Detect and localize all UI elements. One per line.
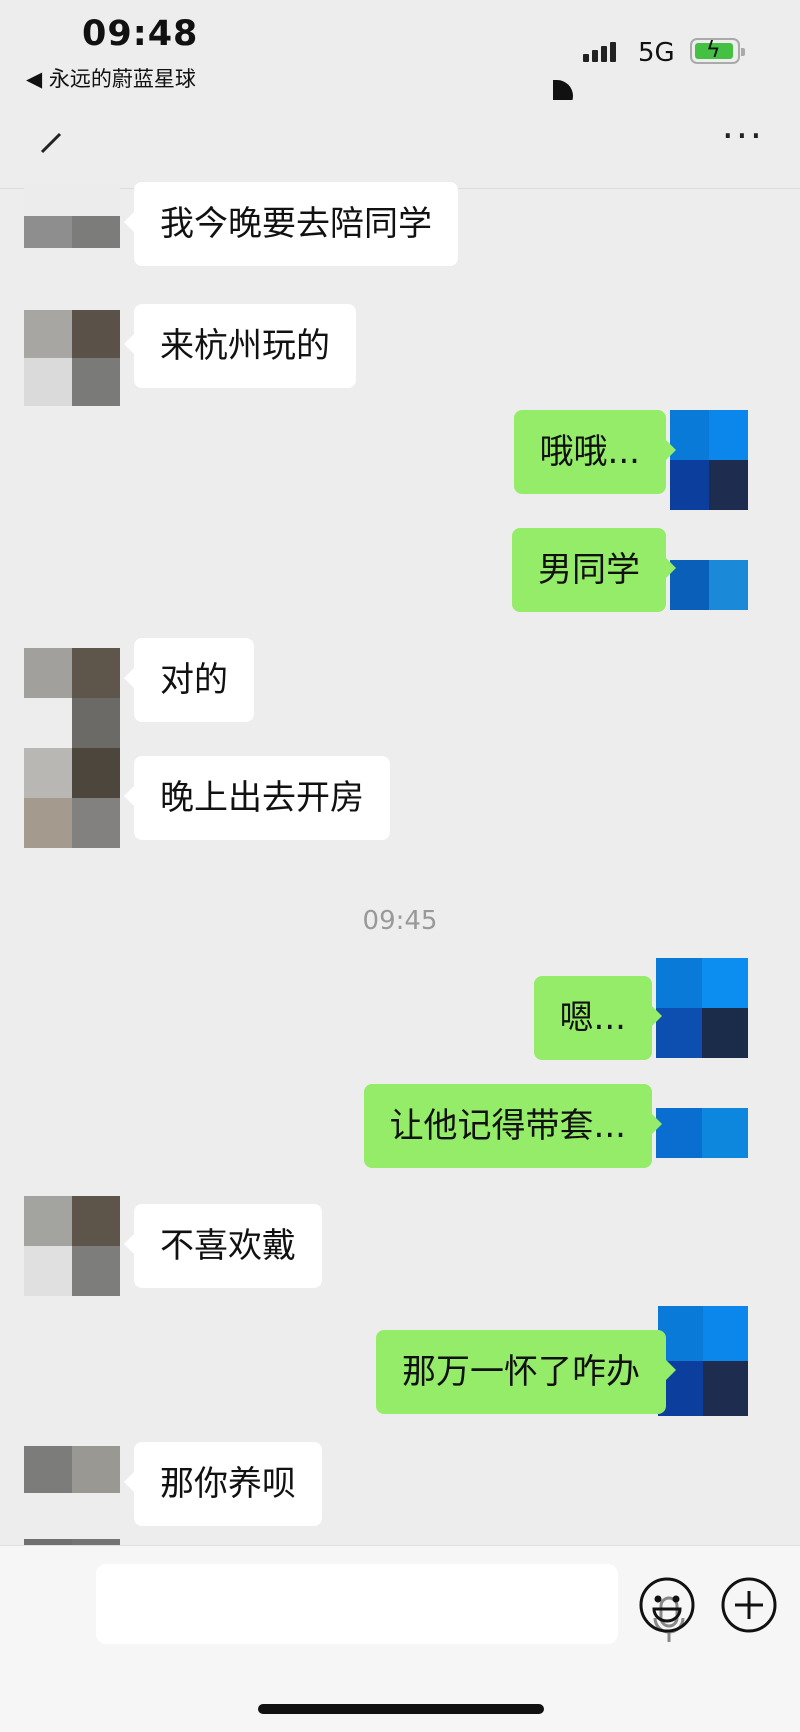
message-bubble[interactable]: 那万一怀了咋办 <box>376 1330 676 1414</box>
message-bubble[interactable]: 男同学 <box>512 528 676 612</box>
message-input[interactable] <box>96 1564 685 1644</box>
network-type: 5G <box>638 38 675 68</box>
my-avatar[interactable] <box>656 1108 748 1158</box>
message-bubble[interactable]: 哦哦... <box>513 410 677 494</box>
contact-avatar[interactable] <box>24 1196 120 1296</box>
message-bubble[interactable]: 那你养呗 <box>124 1442 322 1526</box>
message-bubble[interactable]: 让他记得带套... <box>363 1084 663 1168</box>
input-bar <box>0 1545 800 1732</box>
contact-avatar[interactable] <box>24 184 120 248</box>
status-bar: 09:48 ◀ 永远的蔚蓝星球 5G ϟ <box>0 0 800 112</box>
my-avatar[interactable] <box>670 560 748 610</box>
emoji-icon[interactable] <box>638 1576 696 1638</box>
more-options-button[interactable]: ··· <box>722 114 764 158</box>
home-indicator[interactable] <box>258 1704 544 1714</box>
chat-header: ··· <box>0 100 800 189</box>
message-bubble[interactable]: 嗯... <box>533 976 663 1060</box>
status-time: 09:48 <box>82 14 199 54</box>
contact-avatar[interactable] <box>24 648 120 848</box>
plus-circle-icon[interactable] <box>720 1576 778 1638</box>
message-bubble[interactable]: 对的 <box>124 638 254 722</box>
message-bubble[interactable]: 不喜欢戴 <box>124 1204 322 1288</box>
battery-icon: ϟ <box>690 38 745 64</box>
back-to-app-link[interactable]: ◀ 永远的蔚蓝星球 <box>26 63 196 93</box>
message-bubble[interactable]: 我今晚要去陪同学 <box>124 182 458 266</box>
time-divider: 09:45 <box>362 906 438 936</box>
message-bubble[interactable]: 晚上出去开房 <box>124 756 390 840</box>
signal-icon <box>583 42 619 62</box>
my-avatar[interactable] <box>670 410 748 510</box>
my-avatar[interactable] <box>656 958 748 1058</box>
back-button[interactable] <box>30 120 90 170</box>
message-bubble[interactable]: 来杭州玩的 <box>124 304 356 388</box>
contact-avatar[interactable] <box>24 310 120 406</box>
message-list[interactable]: 我今晚要去陪同学 来杭州玩的 哦哦... 男同学 对的 晚上出去开房 09:45… <box>0 182 800 1586</box>
chevron-left-icon <box>40 132 62 154</box>
